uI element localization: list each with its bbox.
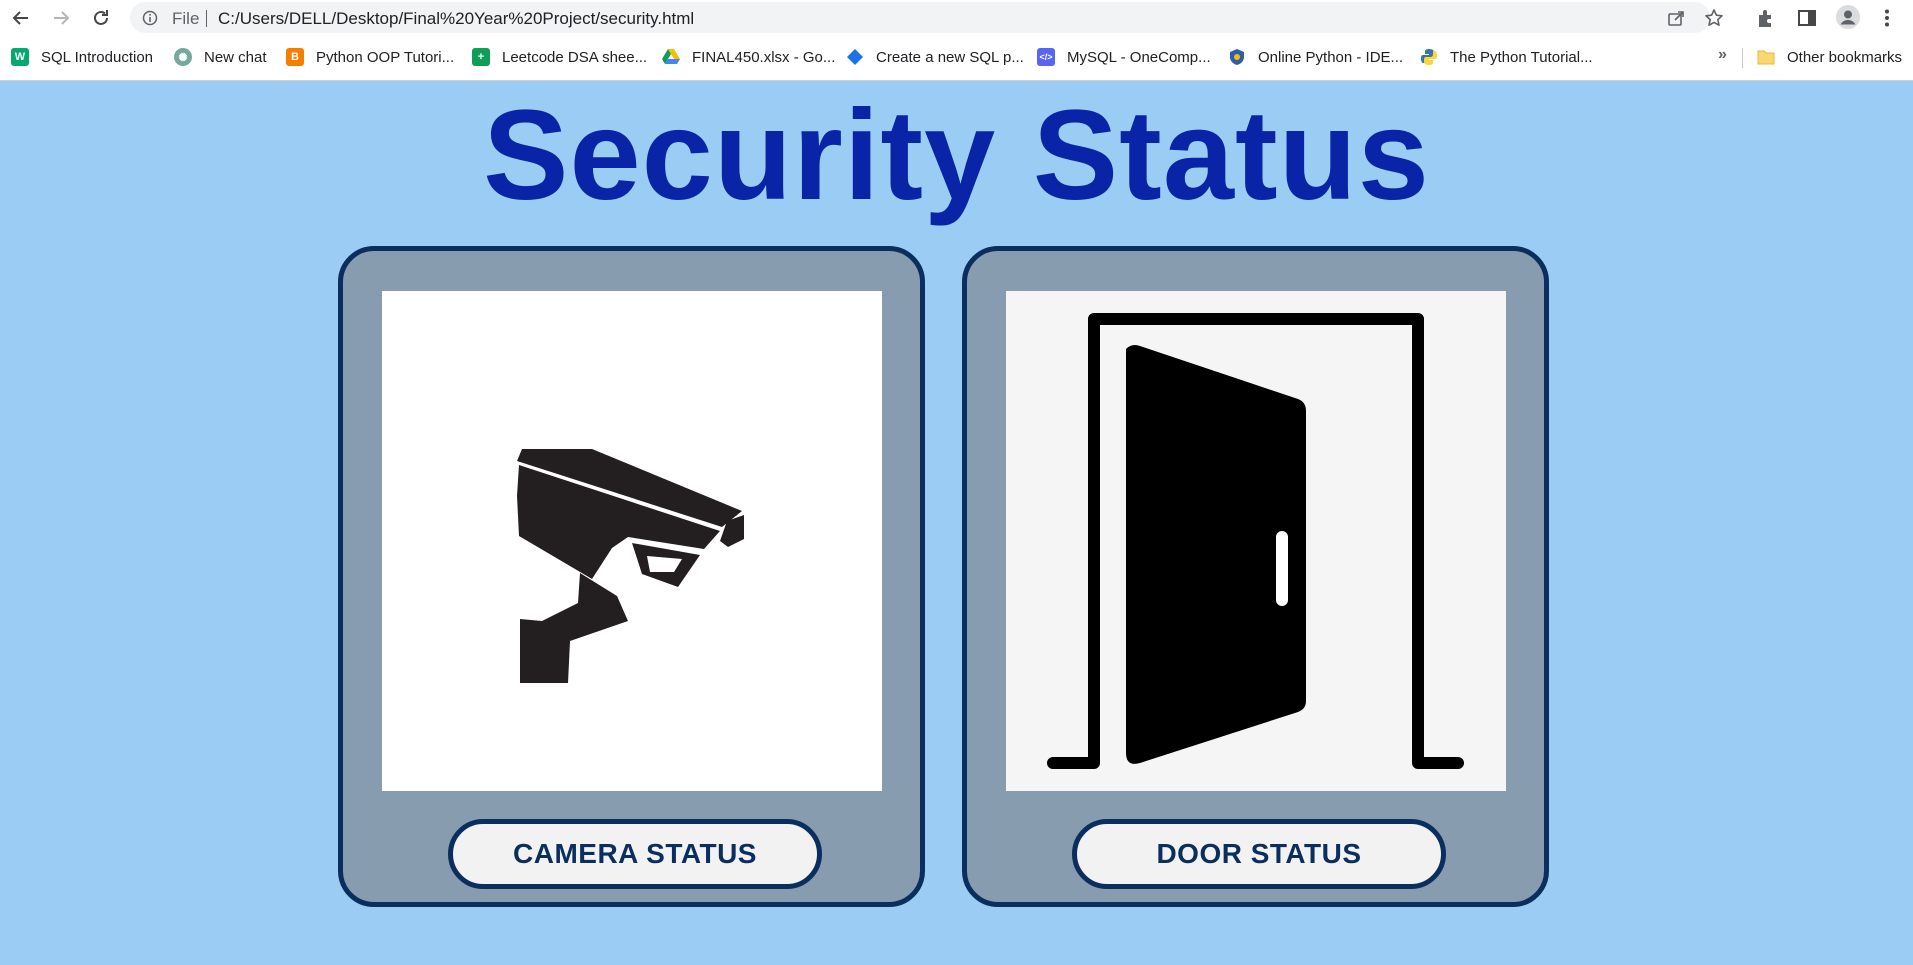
bookmarks-divider xyxy=(1742,48,1743,68)
blogger-icon: B xyxy=(286,48,304,66)
more-bookmarks-chevron[interactable]: » xyxy=(1718,46,1727,64)
bookmark-label: FINAL450.xlsx - Go... xyxy=(692,48,836,66)
browser-chrome: File C:/Users/DELL/Desktop/Final%20Year%… xyxy=(0,0,1913,81)
forward-icon[interactable] xyxy=(48,5,74,31)
page-title: Security Status xyxy=(483,84,1430,227)
google-drive-icon xyxy=(662,48,680,66)
extensions-icon[interactable] xyxy=(1755,7,1777,29)
bookmark-mysql-onecompiler[interactable]: </> MySQL - OneComp... xyxy=(1037,44,1211,70)
site-info-icon[interactable] xyxy=(142,10,158,26)
dbfiddle-icon xyxy=(846,48,864,66)
python-icon xyxy=(1420,48,1438,66)
online-python-icon xyxy=(1228,48,1246,66)
bookmark-python-oop[interactable]: B Python OOP Tutori... xyxy=(286,44,454,70)
bookmark-leetcode-dsa[interactable]: + Leetcode DSA shee... xyxy=(472,44,647,70)
share-icon[interactable] xyxy=(1666,8,1686,28)
profile-avatar-icon[interactable] xyxy=(1836,5,1860,29)
reload-icon[interactable] xyxy=(88,5,114,31)
address-bar[interactable]: File C:/Users/DELL/Desktop/Final%20Year%… xyxy=(130,2,1723,33)
door-card: DOOR STATUS xyxy=(962,246,1549,907)
bookmark-label: The Python Tutorial... xyxy=(1450,48,1593,66)
door-image xyxy=(1006,291,1506,791)
bookmark-sql-introduction[interactable]: W SQL Introduction xyxy=(11,44,153,70)
bookmark-label: New chat xyxy=(204,48,267,66)
bookmark-label: Python OOP Tutori... xyxy=(316,48,455,66)
side-panel-icon[interactable] xyxy=(1796,7,1818,29)
w3schools-icon: W xyxy=(11,48,29,66)
bookmark-python-tutorial[interactable]: The Python Tutorial... xyxy=(1420,44,1593,70)
bookmark-new-chat[interactable]: ✺ New chat xyxy=(174,44,267,70)
bookmark-create-sql[interactable]: Create a new SQL p... xyxy=(846,44,1024,70)
camera-card: CAMERA STATUS xyxy=(338,246,925,907)
camera-image xyxy=(382,291,882,791)
open-door-icon xyxy=(1047,313,1464,769)
other-bookmarks-folder[interactable]: Other bookmarks xyxy=(1757,44,1902,70)
bookmark-online-python[interactable]: Online Python - IDE... xyxy=(1228,44,1403,70)
menu-kebab-icon[interactable] xyxy=(1876,7,1898,29)
bookmark-label: Online Python - IDE... xyxy=(1258,48,1404,66)
cctv-camera-icon xyxy=(517,449,744,683)
bookmark-label: SQL Introduction xyxy=(41,48,154,66)
address-scheme-label: File xyxy=(172,9,200,28)
bookmark-label: MySQL - OneComp... xyxy=(1067,48,1211,66)
bookmark-label: Leetcode DSA shee... xyxy=(502,48,648,66)
chatgpt-icon: ✺ xyxy=(174,48,192,66)
bookmark-label: Create a new SQL p... xyxy=(876,48,1024,66)
browser-toolbar: File C:/Users/DELL/Desktop/Final%20Year%… xyxy=(0,0,1913,35)
bookmark-star-icon[interactable] xyxy=(1704,8,1724,28)
address-divider xyxy=(206,10,207,27)
onecompiler-icon: </> xyxy=(1037,48,1055,66)
bookmarks-bar: W SQL Introduction ✺ New chat B Python O… xyxy=(0,44,1913,70)
address-url[interactable]: C:/Users/DELL/Desktop/Final%20Year%20Pro… xyxy=(218,9,694,29)
bookmark-final450[interactable]: FINAL450.xlsx - Go... xyxy=(662,44,835,70)
other-bookmarks-label: Other bookmarks xyxy=(1787,48,1903,66)
folder-icon xyxy=(1757,48,1775,66)
camera-status-button[interactable]: CAMERA STATUS xyxy=(448,819,822,889)
google-sheets-icon: + xyxy=(472,48,490,66)
door-status-button[interactable]: DOOR STATUS xyxy=(1072,819,1446,889)
back-icon[interactable] xyxy=(8,5,34,31)
